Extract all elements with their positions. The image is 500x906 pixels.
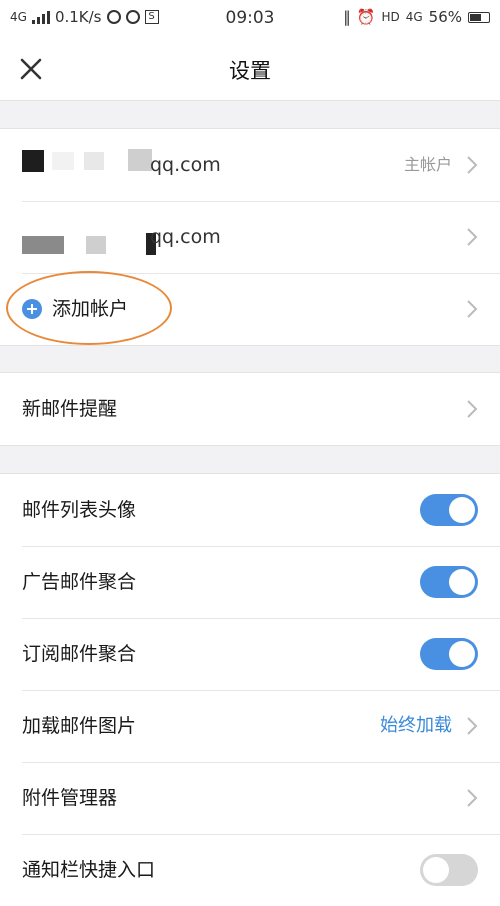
mail-list-avatar-toggle[interactable] [420,494,478,526]
accounts-group: qq.com 主帐户 qq.com 添加帐户 [0,128,500,346]
mail-list-avatar-row: 邮件列表头像 [0,474,500,546]
account-row-primary[interactable]: qq.com 主帐户 [0,129,500,201]
add-account-label: 添加帐户 [52,298,129,320]
battery-icon [468,11,490,23]
network-type-right: 4G [405,10,423,24]
subscription-merge-row: 订阅邮件聚合 [0,618,500,690]
account-row-secondary[interactable]: qq.com [0,201,500,273]
load-images-row[interactable]: 加载邮件图片 始终加载 [0,690,500,762]
toggle-knob [423,857,449,883]
page-title: 设置 [229,59,271,83]
redacted-email-block [22,236,64,254]
new-mail-alert-row[interactable]: 新邮件提醒 [0,373,500,445]
add-account-row[interactable]: 添加帐户 [0,271,500,345]
chevron-right-icon [467,717,478,735]
subscription-merge-toggle[interactable] [420,638,478,670]
settings-group: 邮件列表头像 广告邮件聚合 订阅邮件聚合 加载邮件图片 始终加载 附件管理器 通… [0,473,500,906]
chevron-right-icon [467,300,478,318]
ad-mail-merge-label: 广告邮件聚合 [22,571,137,593]
primary-account-badge: 主帐户 [403,155,452,174]
close-icon[interactable] [16,54,46,84]
add-circle-icon [22,299,42,319]
attachment-manager-row[interactable]: 附件管理器 [0,762,500,834]
new-mail-alert-label: 新邮件提醒 [22,398,118,420]
notification-shortcut-label: 通知栏快捷入口 [22,859,156,881]
mail-list-avatar-label: 邮件列表头像 [22,499,137,521]
attachment-manager-label: 附件管理器 [22,787,118,809]
battery-percent: 56% [428,8,462,26]
notify-group: 新邮件提醒 [0,372,500,446]
account-email-domain: qq.com [150,226,221,248]
toggle-knob [449,497,475,523]
chevron-right-icon [467,400,478,418]
redacted-email-block [22,150,44,172]
redacted-email-block [84,152,104,170]
notification-shortcut-toggle[interactable] [420,854,478,886]
redacted-email-block [52,152,74,170]
account-email-domain: qq.com [150,154,221,176]
ad-mail-merge-row: 广告邮件聚合 [0,546,500,618]
alarm-icon: ⏰ [356,8,376,26]
subscription-merge-label: 订阅邮件聚合 [22,643,137,665]
notification-shortcut-row: 通知栏快捷入口 [0,834,500,906]
status-bar: 4G 0.1K/s S 09:03 ‖ ⏰ HD 4G 56% [0,0,500,36]
redacted-email-block [86,236,106,254]
chevron-right-icon [467,156,478,174]
toggle-knob [449,641,475,667]
redacted-email-block [128,149,152,171]
toggle-knob [449,569,475,595]
load-images-label: 加载邮件图片 [22,715,137,737]
nav-bar: 设置 [0,36,500,101]
load-images-value: 始终加载 [380,715,452,736]
ad-mail-merge-toggle[interactable] [420,566,478,598]
chevron-right-icon [467,228,478,246]
hd-indicator: HD [381,10,400,24]
chevron-right-icon [467,789,478,807]
vibrate-icon: ‖ [343,8,351,26]
